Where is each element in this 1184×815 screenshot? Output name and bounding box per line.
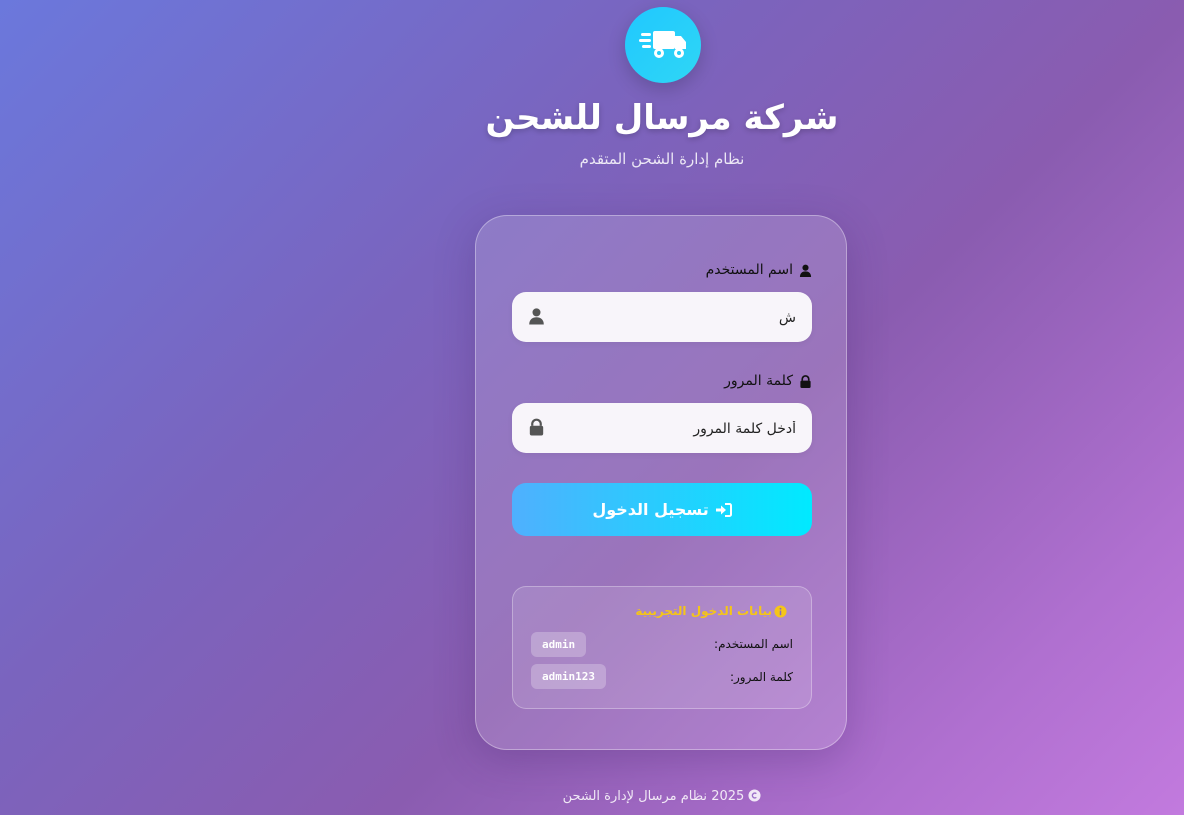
password-input[interactable] bbox=[564, 403, 798, 455]
username-field-wrapper bbox=[512, 292, 812, 344]
info-circle-icon bbox=[774, 604, 787, 618]
password-label: كلمة المرور bbox=[724, 373, 812, 389]
lock-icon bbox=[800, 374, 811, 388]
page-title: شركة مرسال للشحن bbox=[485, 98, 839, 138]
demo-credentials-box: بيانات الدخول التجريبية اسم المستخدم: ad… bbox=[512, 586, 812, 709]
sign-in-icon bbox=[715, 502, 732, 517]
username-label: اسم المستخدم bbox=[706, 262, 812, 278]
demo-username-label: اسم المستخدم: bbox=[714, 637, 793, 651]
user-icon bbox=[799, 264, 812, 277]
user-icon bbox=[529, 308, 544, 325]
demo-credentials-title-text: بيانات الدخول التجريبية bbox=[635, 604, 772, 618]
password-field-wrapper bbox=[512, 403, 812, 455]
login-card: اسم المستخدم كلمة المرور تسجيل الدخول bbox=[475, 215, 847, 750]
demo-username-value: admin bbox=[531, 632, 587, 657]
demo-password-value: admin123 bbox=[531, 664, 606, 689]
username-label-text: اسم المستخدم bbox=[705, 262, 793, 278]
demo-credentials-title: بيانات الدخول التجريبية bbox=[635, 604, 787, 618]
page-subtitle: نظام إدارة الشحن المتقدم bbox=[579, 150, 745, 168]
lock-icon bbox=[529, 418, 544, 436]
logo bbox=[625, 7, 701, 83]
footer: 2025 نظام مرسال لإدارة الشحن bbox=[0, 789, 1184, 804]
copyright-icon bbox=[748, 789, 761, 802]
password-label-text: كلمة المرور bbox=[724, 373, 793, 389]
login-button[interactable]: تسجيل الدخول bbox=[512, 483, 812, 536]
shipping-fast-icon bbox=[639, 31, 686, 58]
username-input[interactable] bbox=[564, 292, 798, 344]
demo-password-label: كلمة المرور: bbox=[729, 670, 793, 684]
login-button-label: تسجيل الدخول bbox=[592, 500, 709, 519]
footer-text: 2025 نظام مرسال لإدارة الشحن bbox=[562, 789, 745, 804]
